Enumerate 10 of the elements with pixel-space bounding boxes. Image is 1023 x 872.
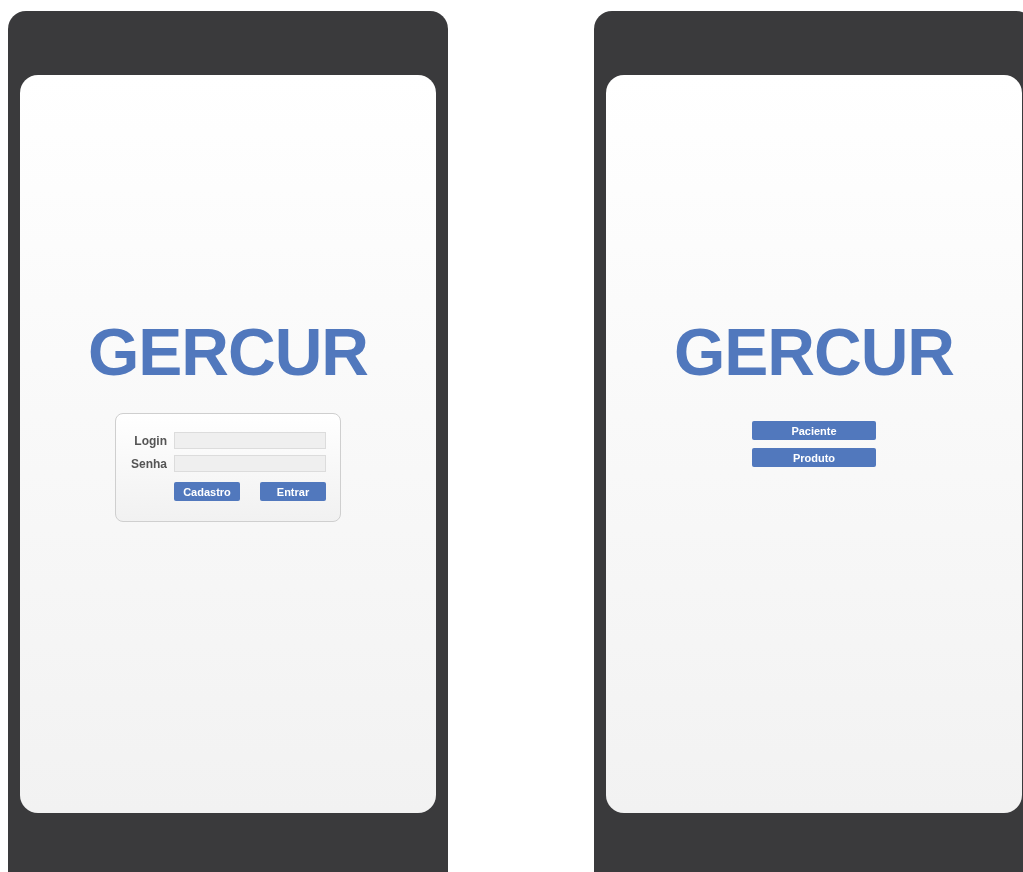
menu-button[interactable]: Produto [752, 448, 876, 467]
app-logo: GERCUR [88, 319, 368, 385]
action-button[interactable]: Entrar [260, 482, 326, 501]
menu-button[interactable]: Paciente [752, 421, 876, 440]
field-label: Login [133, 433, 167, 448]
field-label: Senha [130, 456, 167, 471]
action-button[interactable]: Cadastro [174, 482, 240, 501]
input-field[interactable] [174, 432, 326, 449]
input-field[interactable] [174, 455, 326, 472]
app-logo: GERCUR [674, 319, 954, 385]
